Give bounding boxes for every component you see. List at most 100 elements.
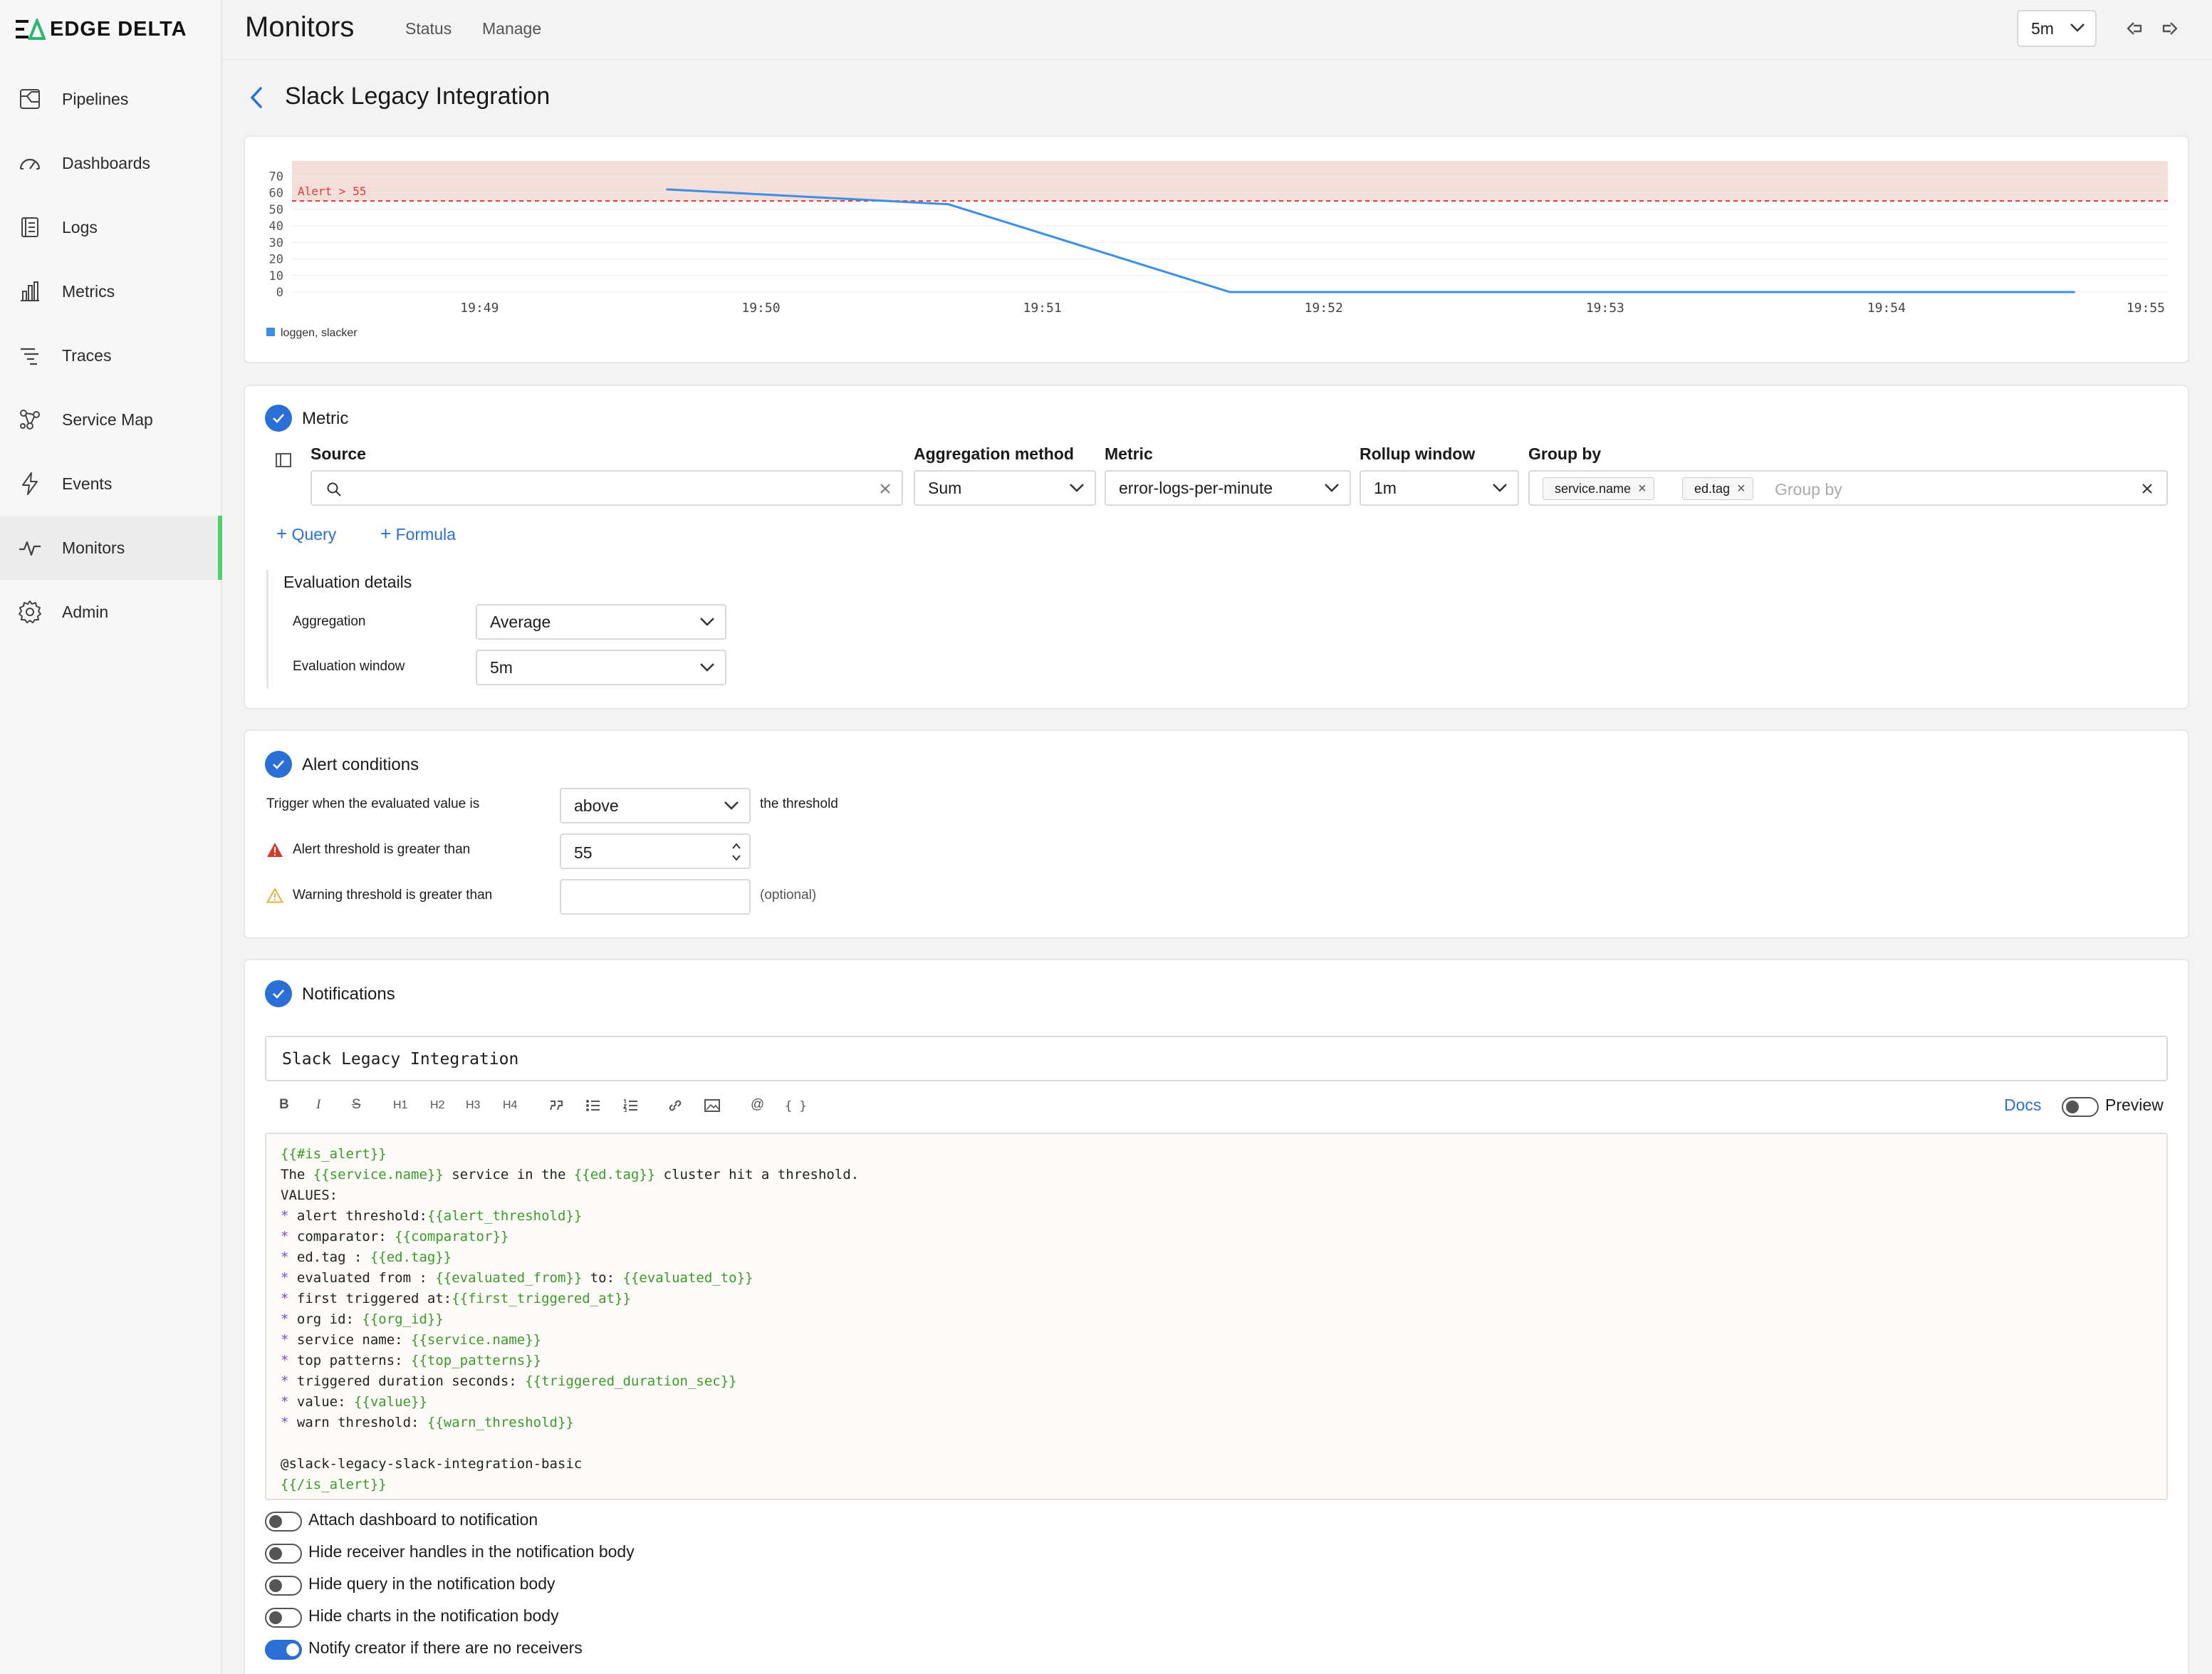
template-token: {{ed.tag}}: [370, 1249, 452, 1265]
editor-text: service name:: [296, 1332, 412, 1348]
numbered-list-icon[interactable]: [622, 1099, 638, 1112]
sidebar-item-admin[interactable]: Admin: [0, 580, 222, 644]
collapse-panel-icon[interactable]: [275, 452, 292, 469]
editor-text: warn threshold:: [296, 1415, 427, 1430]
notification-option-toggle[interactable]: [265, 1576, 302, 1596]
bullet-list-icon[interactable]: [585, 1099, 601, 1112]
heading-3-button[interactable]: H3: [466, 1099, 480, 1112]
monitor-title: Slack Legacy Integration: [285, 83, 551, 110]
editor-line: The {{service.name}} service in the {{ed…: [281, 1165, 2152, 1185]
add-formula-button[interactable]: + Formula: [380, 523, 456, 545]
legend-swatch: [266, 328, 275, 336]
threshold-label: Alert > 55: [298, 184, 366, 198]
tab-status[interactable]: Status: [405, 19, 452, 38]
sidebar-item-events[interactable]: Events: [0, 452, 222, 516]
heading-4-button[interactable]: H4: [503, 1099, 517, 1112]
editor-line: * warn threshold: {{warn_threshold}}: [281, 1413, 2152, 1433]
x-tick-label: 19:51: [1023, 301, 1062, 316]
sidebar-item-dashboards[interactable]: Dashboards: [0, 131, 222, 195]
editor-line: {{#is_alert}}: [281, 1144, 2152, 1165]
edge-delta-logo[interactable]: EDGE DELTA: [14, 17, 187, 41]
sidebar-item-pipelines[interactable]: Pipelines: [0, 67, 222, 131]
add-query-button[interactable]: + Query: [276, 523, 336, 545]
alert-threshold-value: 55: [574, 843, 593, 862]
bullet-marker: *: [281, 1249, 297, 1265]
arrow-right-icon[interactable]: [2161, 19, 2181, 38]
page-title: Monitors: [245, 11, 355, 43]
notification-body-editor[interactable]: {{#is_alert}} The {{service.name}} servic…: [265, 1133, 2168, 1500]
aggregation-method-select[interactable]: Sum: [914, 470, 1096, 506]
time-range-select[interactable]: 5m: [2017, 10, 2097, 47]
notification-option-label: Notify creator if there are no receivers: [308, 1638, 583, 1657]
alert-check-icon: [265, 751, 292, 778]
x-tick-label: 19:50: [741, 301, 780, 316]
y-tick-label: 30: [269, 236, 283, 250]
editor-line: * evaluated from : {{evaluated_from}} to…: [281, 1268, 2152, 1289]
tab-manage[interactable]: Manage: [482, 19, 541, 38]
remove-chip-icon[interactable]: ×: [1737, 481, 1746, 497]
sidebar-item-service-map[interactable]: Service Map: [0, 388, 222, 452]
trigger-select[interactable]: above: [560, 788, 751, 823]
sidebar-item-traces[interactable]: Traces: [0, 323, 222, 388]
metric-select[interactable]: error-logs-per-minute: [1105, 470, 1351, 506]
strikethrough-button[interactable]: S: [352, 1097, 361, 1113]
toggle-knob: [286, 1643, 299, 1656]
notification-option-toggle[interactable]: [265, 1640, 302, 1660]
alert-threshold-label: Alert threshold is greater than: [293, 842, 471, 857]
bullet-marker: *: [281, 1229, 297, 1244]
sidebar-item-monitors[interactable]: Monitors: [0, 516, 222, 580]
template-variable-button[interactable]: { }: [785, 1099, 807, 1113]
data-point: [947, 203, 950, 206]
back-chevron-icon[interactable]: [246, 85, 268, 110]
logo-mark-icon: [16, 19, 46, 40]
editor-line: {{/is_alert}}: [281, 1475, 2152, 1495]
chip-label: service.name: [1555, 481, 1632, 496]
series-line-0: [667, 188, 2075, 293]
link-icon[interactable]: [667, 1098, 684, 1113]
sidebar-item-logs[interactable]: Logs: [0, 195, 222, 259]
rollup-window-select[interactable]: 1m: [1360, 470, 1519, 506]
eval-window-select[interactable]: 5m: [476, 650, 726, 685]
stepper-icon[interactable]: [731, 841, 742, 863]
image-icon[interactable]: [704, 1098, 721, 1113]
sidebar-item-label: Monitors: [62, 538, 125, 557]
preview-toggle[interactable]: [2062, 1097, 2099, 1117]
clear-icon[interactable]: [2141, 482, 2154, 495]
italic-button[interactable]: I: [316, 1097, 320, 1113]
notification-option-toggle[interactable]: [265, 1544, 302, 1564]
heading-2-button[interactable]: H2: [430, 1099, 444, 1112]
notifications-section-title: Notifications: [302, 984, 395, 1004]
source-input[interactable]: [311, 470, 903, 506]
notifications-check-icon: [265, 980, 292, 1007]
sidebar: EDGE DELTA Pipelines Dashboards Logs Metric…: [0, 0, 222, 1674]
logo-text: EDGE DELTA: [50, 17, 187, 41]
metric-check-icon: [265, 405, 292, 432]
alert-triangle-icon: [267, 843, 283, 857]
heading-1-button[interactable]: H1: [393, 1099, 407, 1112]
editor-line: * service name: {{service.name}}: [281, 1330, 2152, 1351]
group-by-input[interactable]: service.name × ed.tag × Group by: [1528, 470, 2168, 506]
bold-button[interactable]: B: [279, 1097, 289, 1113]
sidebar-item-metrics[interactable]: Metrics: [0, 259, 222, 323]
warning-threshold-input[interactable]: [560, 879, 751, 915]
notification-option-toggle[interactable]: [265, 1608, 302, 1628]
notification-subject-input[interactable]: Slack Legacy Integration: [265, 1036, 2168, 1081]
arrow-left-icon[interactable]: [2124, 19, 2144, 38]
mention-button[interactable]: @: [751, 1097, 764, 1113]
editor-line: * top patterns: {{top_patterns}}: [281, 1351, 2152, 1371]
y-tick-label: 70: [269, 170, 283, 184]
sidebar-item-label: Events: [62, 474, 113, 493]
eval-aggregation-select[interactable]: Average: [476, 604, 726, 640]
chevron-down-icon: [2070, 24, 2085, 32]
quote-icon[interactable]: [548, 1099, 564, 1112]
remove-chip-icon[interactable]: ×: [1638, 481, 1647, 497]
docs-link[interactable]: Docs: [2004, 1096, 2041, 1115]
notification-option-toggle[interactable]: [265, 1512, 302, 1532]
top-header: Monitors Status Manage 5m: [222, 0, 2212, 60]
alert-threshold-input[interactable]: 55: [560, 833, 751, 869]
clear-icon[interactable]: [879, 482, 892, 495]
group-by-placeholder: Group by: [1775, 480, 1842, 499]
editor-text: evaluated from :: [296, 1270, 436, 1286]
chevron-down-icon: [700, 618, 714, 626]
template-token: {{warn_threshold}}: [427, 1415, 574, 1430]
